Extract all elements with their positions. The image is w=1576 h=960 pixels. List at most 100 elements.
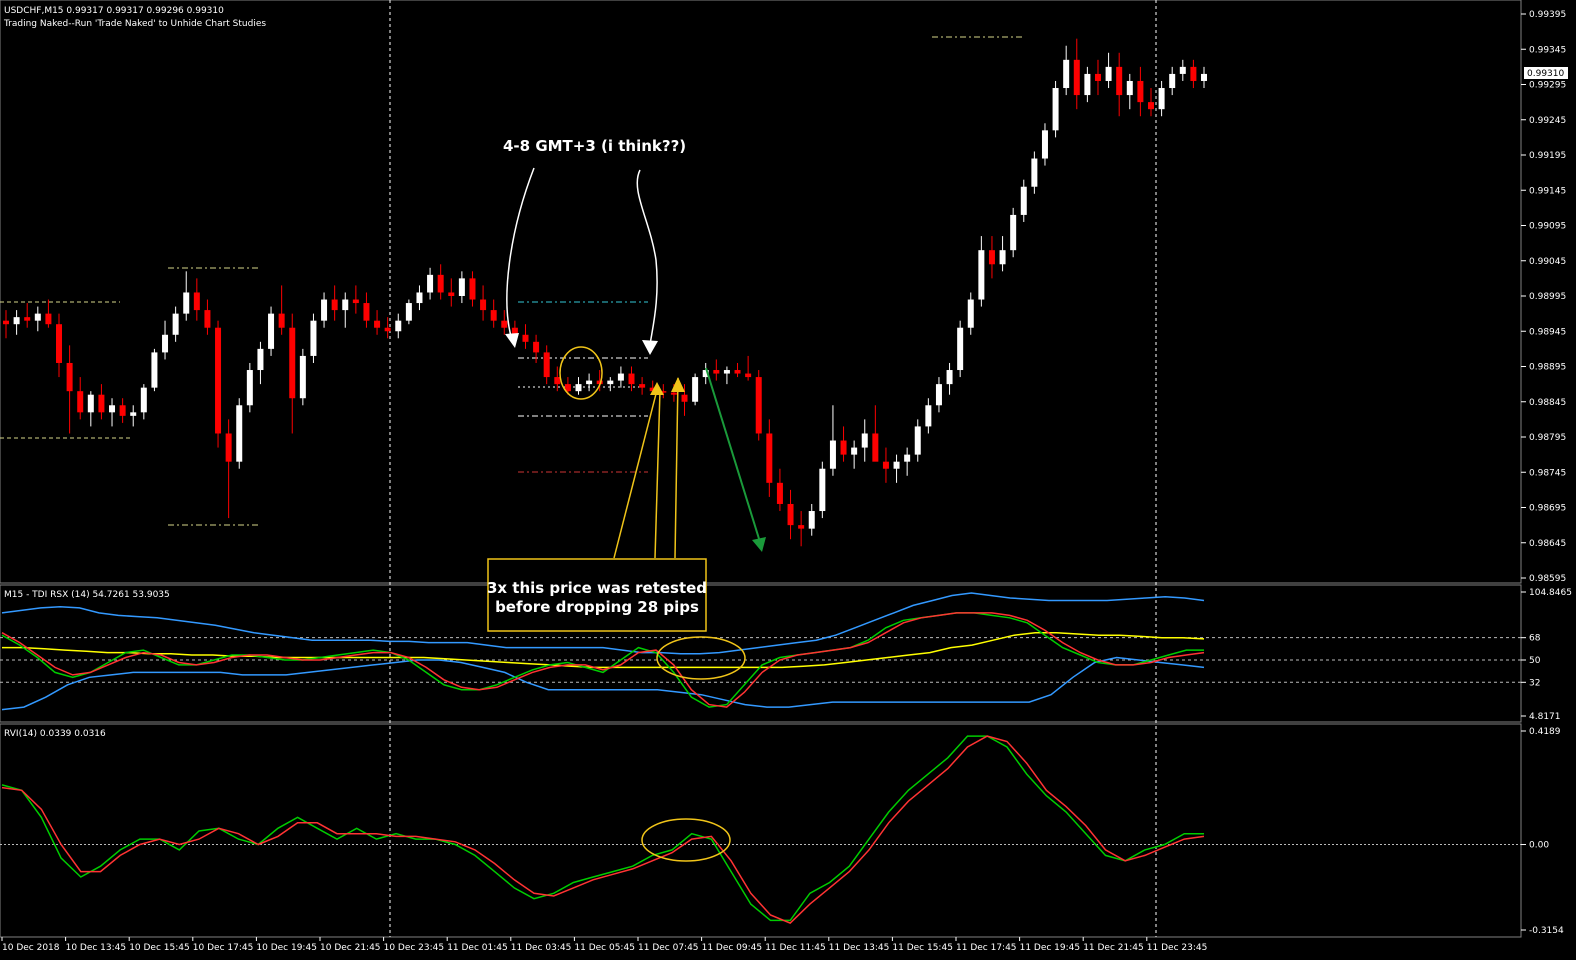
candle-body	[639, 384, 646, 388]
candle-body	[151, 352, 158, 388]
candle-body	[819, 468, 826, 512]
price-tick-label: 0.98795	[1529, 433, 1566, 443]
candle-body	[670, 392, 677, 395]
candle-body	[522, 334, 529, 342]
candle-body	[66, 362, 73, 392]
candle-body	[1084, 73, 1091, 96]
candle-body	[1041, 130, 1048, 159]
candle-body	[617, 373, 624, 381]
indicator-tick-label: 50	[1529, 656, 1541, 666]
indicator-tick-label: 104.8465	[1529, 588, 1572, 598]
candle-body	[448, 292, 455, 296]
candle-body	[45, 313, 52, 325]
candle-body	[988, 250, 995, 265]
tdi-panel[interactable]	[0, 584, 1522, 723]
candle-body	[851, 447, 858, 455]
candle-body	[1116, 66, 1123, 96]
candle-body	[957, 327, 964, 371]
indicator-tick-label: 0.00	[1529, 841, 1549, 851]
symbol-header: USDCHF,M15 0.99317 0.99317 0.99296 0.993…	[4, 6, 224, 16]
candle-body	[246, 370, 253, 406]
candle-body	[543, 352, 550, 378]
candle-body	[236, 405, 243, 462]
candle-body	[893, 461, 900, 469]
candle-body	[755, 377, 762, 434]
candle-body	[946, 370, 953, 385]
candle-body	[109, 405, 116, 413]
candle-body	[914, 426, 921, 455]
candle-body	[904, 454, 911, 462]
candle-body	[1158, 88, 1165, 110]
candle-body	[469, 278, 476, 300]
candle-body	[342, 299, 349, 311]
candle-body	[607, 380, 614, 385]
candle-body	[416, 292, 423, 304]
indicator-tick-label: 4.8171	[1529, 712, 1561, 722]
candle-body	[999, 250, 1006, 265]
candle-body	[1063, 59, 1070, 89]
candle-body	[225, 433, 232, 462]
candle-body	[1137, 80, 1144, 103]
candle-body	[77, 391, 84, 413]
price-tick-label: 0.98945	[1529, 327, 1566, 337]
mt4-chart[interactable]: USDCHF,M15 0.99317 0.99317 0.99296 0.993…	[0, 0, 1576, 960]
time-tick-label: 11 Dec 13:45	[829, 943, 890, 953]
price-tick-label: 0.99145	[1529, 186, 1566, 196]
time-tick-label: 11 Dec 15:45	[892, 943, 953, 953]
candle-body	[140, 387, 147, 413]
candle-body	[130, 412, 137, 416]
candle-body	[501, 320, 508, 328]
candle-body	[289, 327, 296, 399]
candle-body	[586, 380, 593, 385]
time-tick-label: 11 Dec 07:45	[638, 943, 699, 953]
candle-body	[554, 377, 561, 385]
candle-body	[1031, 158, 1038, 187]
candle-body	[299, 355, 306, 399]
time-tick-label: 10 Dec 15:45	[129, 943, 190, 953]
candle-body	[490, 310, 497, 321]
candle-body	[172, 313, 179, 335]
time-tick-label: 11 Dec 19:45	[1020, 943, 1081, 953]
candle-body	[967, 299, 974, 328]
candle-body	[1201, 73, 1207, 81]
candle-body	[480, 299, 487, 311]
candle-body	[925, 405, 932, 427]
candle-body	[3, 320, 9, 325]
time-tick-label: 11 Dec 03:45	[511, 943, 572, 953]
retest-note-line1: 3x this price was retested	[487, 579, 707, 597]
candle-body	[34, 313, 41, 321]
candle-body	[13, 317, 20, 325]
candle-body	[1105, 66, 1112, 81]
candle-body	[1147, 102, 1154, 110]
chart-subtitle: Trading Naked--Run 'Trade Naked' to Unhi…	[3, 19, 266, 29]
candle-body	[24, 317, 31, 321]
candle-body	[829, 440, 836, 469]
candle-body	[745, 373, 752, 378]
tdi-label: M15 - TDI RSX (14) 54.7261 53.9035	[4, 590, 170, 600]
candle-body	[310, 320, 317, 356]
candle-body	[575, 384, 582, 392]
time-tick-label: 10 Dec 17:45	[193, 943, 254, 953]
price-tick-label: 0.99095	[1529, 222, 1566, 232]
candle-body	[384, 327, 391, 332]
candle-body	[352, 299, 359, 304]
candle-body	[87, 394, 94, 413]
candle-body	[766, 433, 773, 483]
price-tick-label: 0.99395	[1529, 10, 1566, 20]
candle-body	[692, 377, 699, 402]
candle-body	[798, 525, 805, 529]
price-tick-label: 0.99045	[1529, 257, 1566, 267]
price-tick-label: 0.99345	[1529, 45, 1566, 55]
time-tick-label: 11 Dec 09:45	[702, 943, 763, 953]
candle-body	[1094, 73, 1101, 81]
candle-body	[861, 433, 868, 448]
candle-body	[808, 511, 815, 529]
candle-body	[1010, 214, 1017, 251]
time-tick-label: 10 Dec 23:45	[384, 943, 445, 953]
candle-body	[331, 299, 338, 311]
candle-body	[533, 341, 540, 353]
candle-body	[193, 292, 200, 311]
candle-body	[776, 482, 783, 504]
candle-body	[734, 370, 741, 374]
time-tick-label: 11 Dec 01:45	[447, 943, 508, 953]
